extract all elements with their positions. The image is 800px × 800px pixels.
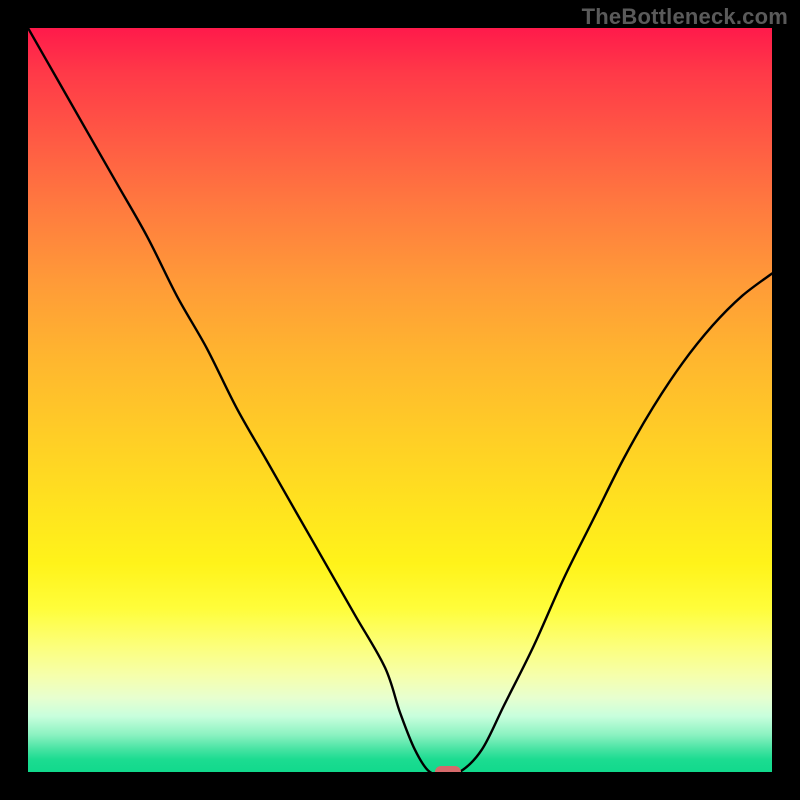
optimum-marker (435, 766, 461, 772)
plot-area (28, 28, 772, 772)
watermark-text: TheBottleneck.com (582, 4, 788, 30)
curve-svg (28, 28, 772, 772)
bottleneck-curve-path (28, 28, 772, 772)
chart-frame: TheBottleneck.com (0, 0, 800, 800)
